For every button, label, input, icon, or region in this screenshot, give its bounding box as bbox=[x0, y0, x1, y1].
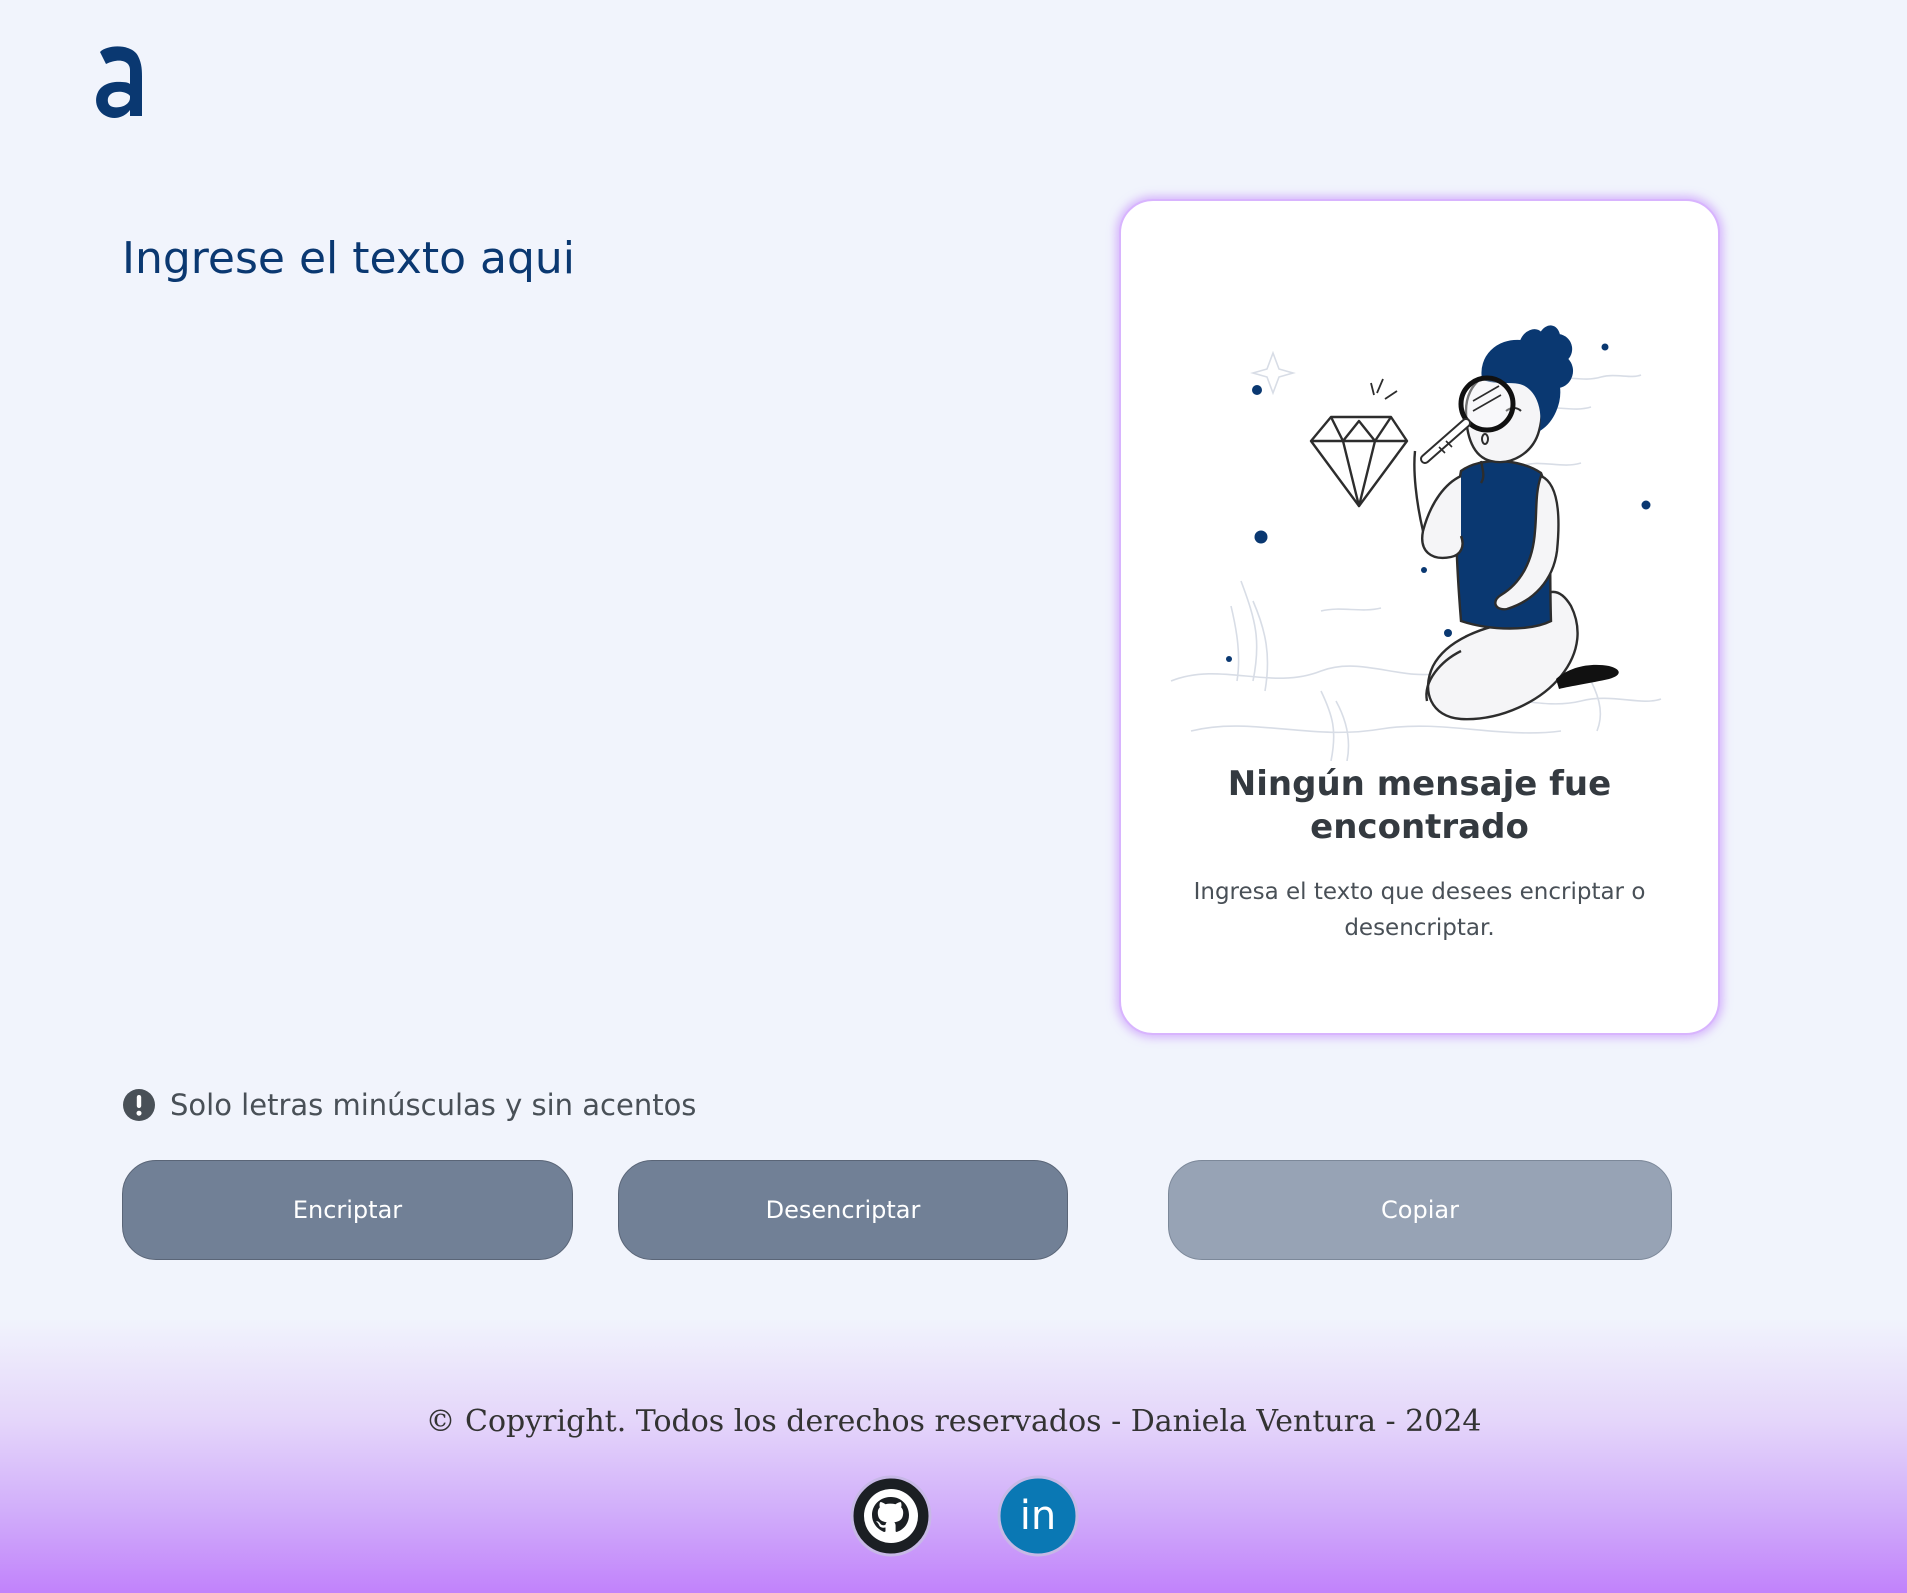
github-icon[interactable] bbox=[850, 1475, 932, 1557]
footer: © Copyright. Todos los derechos reservad… bbox=[0, 1318, 1907, 1593]
empty-state-description: Ingresa el texto que desees encriptar o … bbox=[1193, 879, 1646, 941]
linkedin-icon[interactable]: in bbox=[997, 1475, 1079, 1557]
linkedin-icon-text: in bbox=[1020, 1493, 1056, 1539]
output-panel: Ningún mensaje fue encontrado Ingresa el… bbox=[1119, 199, 1720, 1035]
exclamation-circle-icon bbox=[123, 1089, 155, 1121]
alura-logo-icon[interactable] bbox=[92, 40, 148, 124]
decrypt-button[interactable]: Desencriptar bbox=[618, 1160, 1068, 1260]
copyright-text: © Copyright. Todos los derechos reservad… bbox=[425, 1404, 1482, 1439]
person-with-magnifier-illustration bbox=[1170, 325, 1662, 761]
copy-button[interactable]: Copiar bbox=[1168, 1160, 1672, 1260]
hint-text: Solo letras minúsculas y sin acentos bbox=[170, 1088, 697, 1122]
input-hint: Solo letras minúsculas y sin acentos bbox=[122, 1088, 696, 1122]
message-input[interactable] bbox=[122, 220, 1002, 1020]
empty-state-title: Ningún mensaje fue encontrado bbox=[1227, 764, 1612, 847]
encrypt-button[interactable]: Encriptar bbox=[122, 1160, 573, 1260]
